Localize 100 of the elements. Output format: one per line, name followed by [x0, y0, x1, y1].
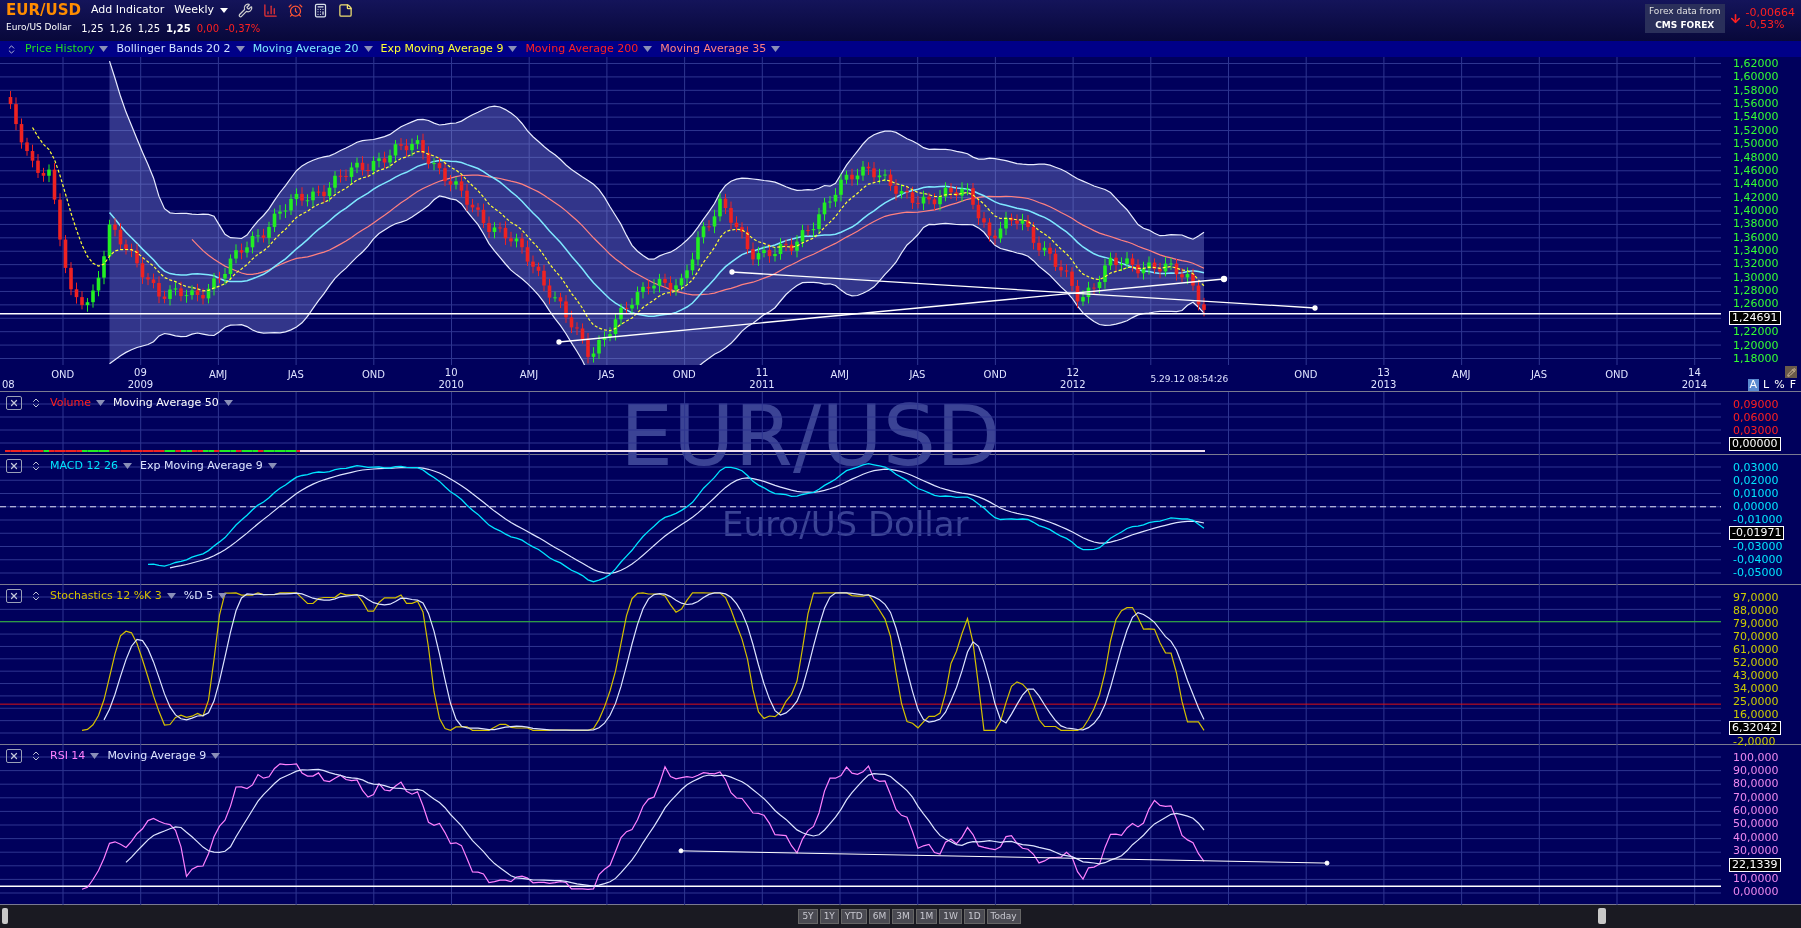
axis-quarter-label: AMJ	[208, 368, 228, 382]
axis-tick-label: 1,26000	[1733, 297, 1779, 311]
axis-quarter-label: AMJ	[1452, 368, 1471, 382]
axis-year-label: 2014	[1681, 379, 1708, 391]
axis-quarter-label: OND	[361, 368, 386, 382]
data-source-logo: CMS FOREX	[1655, 18, 1715, 32]
axis-quarter-label: JAS	[1531, 368, 1547, 382]
scale-mode-button[interactable]: F	[1788, 379, 1797, 391]
axis-quarter-label: JAS	[598, 368, 615, 382]
range-button[interactable]: 3M	[892, 909, 914, 924]
axis-tick-label: 1,58000	[1733, 83, 1779, 97]
axis-tick-label: 0,02000	[1733, 473, 1779, 487]
axis-tick-label: 25,0000	[1733, 694, 1779, 708]
quote-value: 1,26	[109, 21, 132, 36]
axis-year-label: 2009	[127, 379, 154, 391]
indicator-label[interactable]: Bollinger Bands 20 2	[116, 40, 231, 58]
cursor-timestamp: 5.29.12 08:54:26	[1150, 373, 1229, 386]
symbol-title: EUR/USD	[6, 0, 81, 21]
axis-quarter-label: AMJ	[519, 368, 539, 382]
axis-tick-label: -0,01000	[1733, 512, 1783, 526]
scale-mode-button[interactable]: L	[1762, 379, 1771, 391]
axis-quarter-label: JAS	[287, 368, 304, 382]
range-button[interactable]: 1Y	[819, 909, 839, 924]
indicator-label[interactable]: Moving Average 20	[252, 40, 359, 58]
axis-tick-label: 43,0000	[1733, 668, 1779, 682]
axis-tick-label: 97,0000	[1733, 590, 1779, 604]
axis-tick-label: 34,0000	[1733, 681, 1779, 695]
axis-tick-label: 16,0000	[1733, 707, 1779, 721]
axis-year-label: 12	[1066, 367, 1080, 379]
quote-value: 1,25	[166, 21, 191, 36]
scale-mode-button[interactable]: %	[1773, 379, 1786, 391]
axis-year-label: 09	[134, 367, 147, 379]
interval-dropdown[interactable]: Weekly	[174, 1, 228, 19]
indicator-label[interactable]: Moving Average 50	[112, 395, 219, 412]
axis-tick-label: 1,20000	[1733, 338, 1779, 352]
axis-tick-label: 0,01000	[1733, 486, 1779, 500]
axis-quarter-label: OND	[983, 368, 1007, 382]
axis-tick-label: 1,60000	[1733, 70, 1779, 84]
indicator-label[interactable]: Stochastics 12 %K 3	[50, 588, 162, 605]
axis-tick-label: 0,03000	[1733, 460, 1779, 474]
axis-tick-label: 1,52000	[1733, 123, 1779, 137]
indicator-label[interactable]: Exp Moving Average 9	[139, 458, 263, 475]
data-source-label: Forex data from	[1649, 5, 1721, 18]
axis-tick-label: 1,44000	[1733, 177, 1779, 191]
axis-quarter-label: AMJ	[830, 368, 849, 382]
range-button[interactable]: 1D	[963, 909, 985, 924]
axis-tick-label: 79,0000	[1733, 616, 1779, 630]
axis-tick-label: 1,30000	[1733, 270, 1779, 284]
axis-tick-label: 0,00000	[1733, 499, 1779, 513]
axis-tick-label: 1,38000	[1733, 217, 1779, 231]
axis-year-label: 08	[2, 379, 15, 391]
axis-tick-label: -0,05000	[1733, 565, 1783, 579]
axis-quarter-label: OND	[672, 368, 696, 382]
indicator-label[interactable]: Moving Average 9	[107, 748, 207, 765]
indicator-label[interactable]: Moving Average 35	[660, 40, 767, 58]
axis-tick-label: 30,0000	[1733, 844, 1779, 858]
axis-tick-label: 90,0000	[1733, 763, 1779, 777]
axis-tick-label: 100,000	[1733, 750, 1779, 764]
axis-tick-label: 52,0000	[1733, 655, 1779, 669]
axis-tick-label: 10,0000	[1733, 872, 1779, 885]
axis-tick-label: 1,28000	[1733, 284, 1779, 298]
axis-tick-label: 1,62000	[1733, 57, 1779, 70]
axis-tick-label: 70,0000	[1733, 629, 1779, 643]
axis-quarter-label: JAS	[909, 368, 926, 382]
indicator-label[interactable]: RSI 14	[50, 748, 86, 765]
indicator-label[interactable]: Moving Average 200	[525, 40, 639, 58]
axis-tick-label: 61,0000	[1733, 642, 1779, 656]
indicator-label[interactable]: Price History	[25, 40, 95, 58]
axis-tick-label: 1,56000	[1733, 97, 1779, 111]
axis-tick-label: 1,22000	[1733, 325, 1779, 339]
range-button[interactable]: 5Y	[798, 909, 818, 924]
range-button[interactable]: Today	[986, 909, 1021, 924]
axis-tick-label: -0,03000	[1733, 539, 1783, 553]
axis-year-label: 13	[1377, 367, 1390, 379]
change-value: 0,00	[196, 21, 219, 36]
scale-mode-button[interactable]: A	[1747, 379, 1760, 391]
axis-year-label: 2010	[438, 379, 464, 391]
add-indicator-button[interactable]: Add Indicator	[90, 1, 165, 19]
indicator-label[interactable]: %D 5	[183, 588, 214, 605]
axis-tick-label: 1,40000	[1733, 203, 1779, 217]
quote-value: 1,25	[81, 21, 104, 36]
range-button[interactable]: YTD	[840, 909, 867, 924]
axis-year-label: 2012	[1060, 379, 1086, 391]
range-button[interactable]: 1M	[915, 909, 938, 924]
range-button[interactable]: 6M	[868, 909, 891, 924]
axis-tick-label: 1,18000	[1733, 351, 1779, 365]
axis-year-label: 2013	[1370, 379, 1397, 391]
axis-tick-label: 1,50000	[1733, 137, 1779, 151]
axis-tick-label: 1,48000	[1733, 150, 1779, 164]
quote-value: 1,25	[137, 21, 161, 36]
indicator-label[interactable]: MACD 12 26	[50, 458, 118, 475]
range-button[interactable]: 1W	[939, 909, 962, 924]
indicator-label[interactable]: Volume	[50, 395, 91, 412]
indicator-label[interactable]: Exp Moving Average 9	[380, 40, 504, 58]
axis-tick-label: 80,0000	[1733, 777, 1779, 791]
axis-tick-label: 50,0000	[1733, 817, 1779, 831]
axis-year-label: 14	[1688, 367, 1701, 379]
axis-year-label: 10	[444, 367, 458, 379]
axis-tick-label: 0,09000	[1733, 397, 1779, 411]
axis-tick-label: -0,04000	[1733, 552, 1783, 566]
